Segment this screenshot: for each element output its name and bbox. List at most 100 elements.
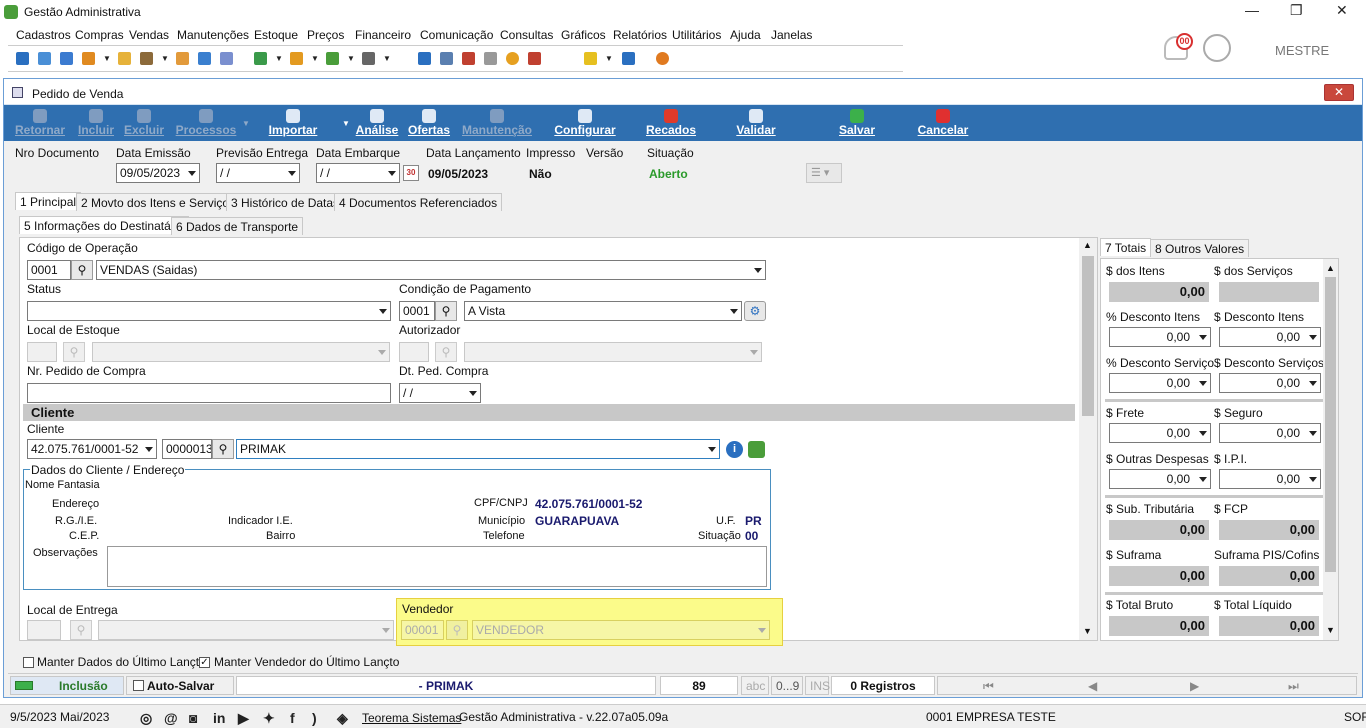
maximize-button[interactable]: ❐	[1290, 2, 1303, 19]
tab-outros-valores[interactable]: 8 Outros Valores	[1150, 239, 1250, 257]
local-estoque-search-icon[interactable]: ⚲	[63, 342, 85, 362]
first-record-icon[interactable]: ⏮	[983, 679, 994, 694]
processos-button[interactable]: Processos	[170, 105, 242, 141]
tab-totais[interactable]: 7 Totais	[1100, 238, 1152, 256]
chevron-down-icon[interactable]: ▼	[605, 54, 613, 63]
power-icon[interactable]	[656, 52, 669, 65]
dt-ped-field[interactable]: / /	[399, 383, 481, 403]
desc-serv-field[interactable]: 0,00	[1219, 373, 1321, 393]
menu-relatorios[interactable]: Relatórios	[613, 28, 667, 42]
autosave-checkbox[interactable]	[133, 680, 144, 691]
tab-movto-itens[interactable]: 2 Movto dos Itens e Serviços	[76, 193, 241, 211]
linkedin-icon[interactable]: in	[213, 710, 225, 726]
scroll-up-icon[interactable]: ▲	[1326, 263, 1335, 273]
calculator-icon[interactable]	[440, 52, 453, 65]
folder-icon[interactable]	[118, 52, 131, 65]
app-close-button[interactable]: ✕	[1336, 2, 1348, 19]
chevron-down-icon[interactable]: ▼	[103, 54, 111, 63]
menu-consultas[interactable]: Consultas	[500, 28, 553, 42]
calendar-30-icon[interactable]	[462, 52, 475, 65]
list-options-button[interactable]: ☰ ▾	[806, 163, 842, 183]
box-icon[interactable]	[140, 52, 153, 65]
status-field[interactable]	[27, 301, 391, 321]
menu-graficos[interactable]: Gráficos	[561, 28, 606, 42]
cod-operacao-field[interactable]: 0001	[27, 260, 71, 280]
salvar-button[interactable]: Salvar	[832, 105, 882, 141]
menu-vendas[interactable]: Vendas	[129, 28, 169, 42]
instagram-icon[interactable]: ◙	[189, 710, 197, 726]
chevron-down-icon[interactable]: ▼	[311, 54, 319, 63]
star-icon[interactable]	[584, 52, 597, 65]
export-icon[interactable]	[622, 52, 635, 65]
vendedor-desc-field[interactable]: VENDEDOR	[472, 620, 770, 640]
menu-financeiro[interactable]: Financeiro	[355, 28, 411, 42]
configurar-button[interactable]: Configurar	[550, 105, 620, 141]
recados-button[interactable]: Recados	[642, 105, 700, 141]
totais-scrollbar[interactable]: ▲ ▼	[1323, 259, 1338, 640]
local-estoque-desc[interactable]	[92, 342, 390, 362]
chevron-down-icon[interactable]: ▼	[275, 54, 283, 63]
autorizador-search-icon[interactable]: ⚲	[435, 342, 457, 362]
excluir-button[interactable]: Excluir	[122, 105, 166, 141]
prev-record-icon[interactable]: ◀	[1088, 679, 1097, 693]
tab-documentos-ref[interactable]: 4 Documentos Referenciados	[334, 193, 503, 211]
ofertas-button[interactable]: Ofertas	[406, 105, 452, 141]
main-scrollbar[interactable]: ▲ ▼	[1079, 238, 1097, 640]
youtube-icon[interactable]: ▶	[238, 710, 249, 727]
globe-icon[interactable]: ◎	[140, 710, 152, 727]
menu-estoque[interactable]: Estoque	[254, 28, 298, 42]
list-icon[interactable]	[82, 52, 95, 65]
cliente-cnpj-field[interactable]: 42.075.761/0001-52	[27, 439, 157, 459]
manter-vendedor-checkbox[interactable]: ✓	[199, 657, 210, 668]
pct-desc-itens-field[interactable]: 0,00	[1109, 327, 1211, 347]
wave-icon[interactable]: )	[312, 710, 317, 726]
menu-comunicacao[interactable]: Comunicação	[420, 28, 493, 42]
truck-icon[interactable]	[326, 52, 339, 65]
menu-utilitarios[interactable]: Utilitários	[672, 28, 721, 42]
processos-chevron-down-icon[interactable]: ▼	[242, 119, 250, 128]
cond-pagamento-code[interactable]: 0001	[399, 301, 435, 321]
minimize-button[interactable]: —	[1245, 2, 1259, 18]
manutencao-button[interactable]: Manutenção	[460, 105, 534, 141]
scroll-thumb[interactable]	[1082, 256, 1094, 416]
cart-icon[interactable]	[254, 52, 267, 65]
barcode-icon[interactable]	[528, 52, 541, 65]
printer-icon[interactable]	[362, 52, 375, 65]
cond-pagamento-desc-field[interactable]: A Vista	[464, 301, 742, 321]
importar-chevron-down-icon[interactable]: ▼	[342, 119, 350, 128]
analise-button[interactable]: Análise	[354, 105, 400, 141]
chevron-down-icon[interactable]: ▼	[161, 54, 169, 63]
pct-desc-serv-field[interactable]: 0,00	[1109, 373, 1211, 393]
cliente-nome-field[interactable]: PRIMAK	[236, 439, 720, 459]
cliente-code-field[interactable]: 0000013	[162, 439, 212, 459]
autorizador-code[interactable]	[399, 342, 429, 362]
scroll-down-icon[interactable]: ▼	[1083, 626, 1092, 636]
money-icon[interactable]	[198, 52, 211, 65]
local-entrega-code[interactable]	[27, 620, 61, 640]
vendedor-search-icon[interactable]: ⚲	[446, 620, 468, 640]
cod-operacao-desc-field[interactable]: VENDAS (Saidas)	[96, 260, 766, 280]
validar-button[interactable]: Validar	[730, 105, 782, 141]
package-icon[interactable]	[290, 52, 303, 65]
incluir-button[interactable]: Incluir	[74, 105, 118, 141]
tools-icon[interactable]	[484, 52, 497, 65]
ipi-field[interactable]: 0,00	[1219, 469, 1321, 489]
cancelar-button[interactable]: Cancelar	[912, 105, 974, 141]
menu-ajuda[interactable]: Ajuda	[730, 28, 761, 42]
local-entrega-desc[interactable]	[98, 620, 394, 640]
nr-pedido-field[interactable]	[27, 383, 391, 403]
local-estoque-code[interactable]	[27, 342, 57, 362]
seguro-field[interactable]: 0,00	[1219, 423, 1321, 443]
menu-manutencoes[interactable]: Manutenções	[177, 28, 249, 42]
document-icon[interactable]	[220, 52, 233, 65]
chevron-down-icon[interactable]: ▼	[383, 54, 391, 63]
info-icon[interactable]: i	[726, 441, 743, 458]
twitter-icon[interactable]: ✦	[263, 710, 275, 727]
importar-button[interactable]: Importar	[262, 105, 324, 141]
embarque-field[interactable]: / /	[316, 163, 400, 183]
autosave-cell[interactable]: Auto-Salvar	[126, 676, 234, 695]
chevron-down-icon[interactable]: ▼	[347, 54, 355, 63]
vendedor-code[interactable]: 00001	[401, 620, 444, 640]
user-avatar-icon[interactable]	[1203, 34, 1231, 62]
local-entrega-search-icon[interactable]: ⚲	[70, 620, 92, 640]
